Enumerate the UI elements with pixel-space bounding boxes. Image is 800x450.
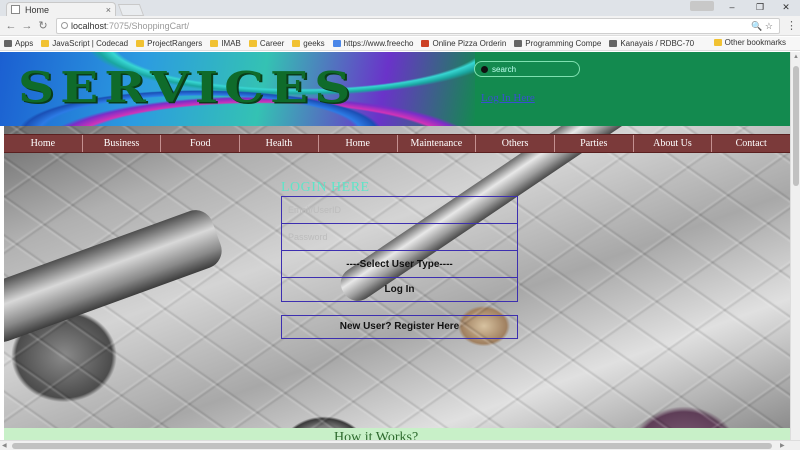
search-box[interactable] — [474, 61, 580, 77]
bookmark-item[interactable]: IMAB — [210, 39, 241, 48]
horizontal-scrollbar[interactable]: ◀ ▶ — [0, 440, 800, 450]
folder-icon — [248, 40, 257, 47]
search-icon — [481, 65, 488, 73]
user-type-select[interactable]: ----Select User Type---- — [282, 251, 517, 278]
url-input[interactable]: localhost:7075/ShoppingCart/ 🔍 ☆ — [56, 18, 780, 34]
user-type-select-value: ----Select User Type---- — [346, 258, 453, 270]
close-window-button[interactable]: ✕ — [772, 0, 800, 14]
address-bar-row: ← → ↻ localhost:7075/ShoppingCart/ 🔍 ☆ ⋮ — [0, 16, 800, 36]
browser-menu-icon[interactable]: ⋮ — [786, 19, 797, 32]
nav-business[interactable]: Business — [83, 135, 162, 152]
username-field[interactable] — [282, 197, 517, 223]
nav-contact[interactable]: Contact — [712, 135, 790, 152]
page-favicon-icon — [11, 5, 20, 14]
bookmark-label: geeks — [303, 39, 325, 48]
bookmark-item[interactable]: JavaScript | Codecad — [41, 39, 128, 48]
apps-icon — [4, 40, 12, 47]
zoom-icon[interactable]: 🔍 — [751, 21, 762, 31]
bookmark-item[interactable]: Online Pizza Orderin — [421, 39, 506, 48]
forward-arrow-icon[interactable]: → — [20, 19, 34, 33]
profile-chip[interactable] — [690, 1, 714, 11]
nav-home[interactable]: Home — [4, 135, 83, 152]
bookmark-item[interactable]: ProjectRangers — [136, 39, 202, 48]
password-row — [282, 224, 517, 251]
bookmark-label: ProjectRangers — [147, 39, 203, 48]
bookmark-item[interactable]: Programming Compe — [514, 39, 601, 48]
back-arrow-icon[interactable]: ← — [4, 19, 18, 33]
tab-close-icon[interactable]: × — [106, 5, 111, 15]
pin-icon — [421, 40, 430, 47]
bookmark-label: Apps — [15, 39, 34, 48]
site-logo[interactable]: SERVICES — [18, 62, 356, 112]
bookmark-star-icon[interactable]: ☆ — [765, 21, 773, 31]
scroll-left-icon[interactable]: ◀ — [2, 442, 7, 449]
maximize-button[interactable]: ❐ — [746, 0, 774, 14]
url-host: localhost — [71, 21, 107, 31]
search-input[interactable] — [492, 64, 572, 74]
hero-fitting-graphic — [4, 205, 227, 347]
nav-others[interactable]: Others — [476, 135, 555, 152]
other-bookmarks[interactable]: Other bookmarks — [713, 38, 786, 47]
bookmark-label: Programming Compe — [525, 39, 602, 48]
scroll-right-icon[interactable]: ▶ — [780, 442, 785, 449]
vertical-scroll-thumb[interactable] — [793, 66, 799, 186]
nav-maintenance[interactable]: Maintenance — [398, 135, 477, 152]
bookmark-label: JavaScript | Codecad — [52, 39, 129, 48]
folder-icon — [713, 39, 722, 46]
site-header: SERVICES Log In Here — [0, 52, 790, 126]
code-icon — [514, 40, 523, 47]
nav-health[interactable]: Health — [240, 135, 319, 152]
other-bookmarks-label: Other bookmarks — [724, 38, 786, 47]
bookmarks-bar: Apps JavaScript | Codecad ProjectRangers… — [0, 37, 800, 51]
url-path: :7075/ShoppingCart/ — [106, 21, 190, 31]
bookmark-label: https://www.freecho — [343, 39, 414, 48]
login-form: ----Select User Type---- Log In — [281, 196, 518, 302]
bookmark-item[interactable]: Kanayais / RDBC-70 — [609, 39, 694, 48]
globe-icon — [332, 40, 341, 47]
bookmark-label: IMAB — [221, 39, 241, 48]
bookmark-label: Online Pizza Orderin — [432, 39, 507, 48]
folder-icon — [136, 40, 145, 47]
reload-icon[interactable]: ↻ — [36, 19, 50, 33]
how-it-works-section: How it Works? — [4, 428, 790, 440]
nav-about-us[interactable]: About Us — [634, 135, 713, 152]
nav-food[interactable]: Food — [161, 135, 241, 152]
folder-icon — [292, 40, 301, 47]
bookmark-item[interactable]: Career — [248, 39, 285, 48]
scroll-up-icon[interactable]: ▲ — [793, 54, 799, 60]
password-field[interactable] — [282, 224, 517, 250]
bookmark-label: Career — [259, 39, 285, 48]
horizontal-scroll-thumb[interactable] — [12, 443, 772, 449]
minimize-button[interactable]: – — [718, 0, 746, 14]
folder-icon — [41, 40, 50, 47]
register-button[interactable]: New User? Register Here — [281, 315, 518, 339]
login-here-link[interactable]: Log In Here — [481, 92, 535, 104]
new-tab-button[interactable] — [117, 4, 145, 16]
folder-icon — [210, 40, 219, 47]
login-button[interactable]: Log In — [282, 278, 517, 302]
nav-parties[interactable]: Parties — [555, 135, 634, 152]
browser-tab[interactable]: Home × — [6, 2, 116, 16]
bookmark-label: Kanayais / RDBC-70 — [620, 39, 695, 48]
how-it-works-heading: How it Works? — [334, 430, 419, 440]
tab-title: Home — [25, 4, 50, 15]
login-title: LOGIN HERE — [281, 180, 370, 195]
main-nav: Home Business Food Health Home Maintenan… — [4, 134, 790, 153]
username-row — [282, 197, 517, 224]
bookmark-item[interactable]: https://www.freecho — [332, 39, 414, 48]
bookmark-item[interactable]: geeks — [292, 39, 325, 48]
site-info-icon[interactable] — [61, 22, 68, 29]
github-icon — [609, 40, 618, 47]
browser-tab-bar: Home × – ❐ ✕ — [0, 0, 800, 16]
vertical-scrollbar[interactable]: ▲ — [790, 52, 800, 440]
nav-home-services[interactable]: Home — [319, 135, 398, 152]
bookmark-apps[interactable]: Apps — [4, 39, 33, 48]
